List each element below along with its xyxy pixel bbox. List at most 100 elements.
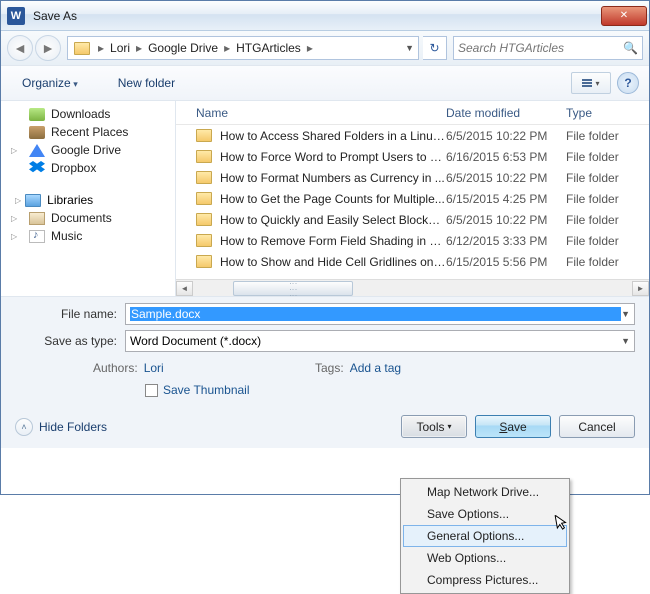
gdrive-icon: [29, 144, 45, 157]
file-date: 6/15/2015 5:56 PM: [446, 255, 566, 269]
column-headers[interactable]: Name Date modified Type: [176, 101, 649, 125]
menu-item[interactable]: Save Options...: [403, 503, 567, 525]
organize-button[interactable]: Organize: [11, 71, 89, 95]
folder-tree[interactable]: Downloads Recent Places Google Drive Dro…: [1, 101, 176, 296]
menu-item[interactable]: Compress Pictures...: [403, 569, 567, 591]
folder-icon: [74, 42, 90, 55]
close-button[interactable]: ✕: [601, 6, 647, 26]
table-row[interactable]: How to Quickly and Easily Select Blocks …: [176, 209, 649, 230]
file-type: File folder: [566, 171, 619, 185]
save-button[interactable]: Save: [475, 415, 551, 438]
filename-field[interactable]: Sample.docx ▼: [125, 303, 635, 325]
file-type: File folder: [566, 129, 619, 143]
table-row[interactable]: How to Force Word to Prompt Users to O..…: [176, 146, 649, 167]
file-type: File folder: [566, 255, 619, 269]
recent-icon: [29, 126, 45, 139]
savetype-field[interactable]: Word Document (*.docx) ▼: [125, 330, 635, 352]
breadcrumb-segment[interactable]: Google Drive: [146, 41, 220, 55]
new-folder-button[interactable]: New folder: [107, 71, 186, 95]
file-list[interactable]: How to Access Shared Folders in a Linux …: [176, 125, 649, 279]
file-name: How to Access Shared Folders in a Linux …: [220, 129, 446, 143]
tags-label: Tags:: [315, 361, 350, 375]
music-icon: [29, 230, 45, 243]
file-date: 6/15/2015 4:25 PM: [446, 192, 566, 206]
table-row[interactable]: How to Access Shared Folders in a Linux …: [176, 125, 649, 146]
word-app-icon: W: [7, 7, 25, 25]
file-date: 6/5/2015 10:22 PM: [446, 171, 566, 185]
folder-icon: [196, 234, 212, 247]
authors-label: Authors:: [93, 361, 144, 375]
folder-icon: [196, 213, 212, 226]
table-row[interactable]: How to Get the Page Counts for Multiple.…: [176, 188, 649, 209]
save-thumbnail-checkbox[interactable]: [145, 384, 158, 397]
file-type: File folder: [566, 213, 619, 227]
folder-icon: [196, 129, 212, 142]
folder-icon: [196, 171, 212, 184]
file-name: How to Remove Form Field Shading in W...: [220, 234, 446, 248]
horizontal-scrollbar[interactable]: ◄ ►: [176, 279, 649, 296]
search-input[interactable]: [458, 41, 623, 55]
file-date: 6/5/2015 10:22 PM: [446, 213, 566, 227]
file-name: How to Quickly and Easily Select Blocks …: [220, 213, 446, 227]
tools-menu[interactable]: Map Network Drive...Save Options...Gener…: [400, 478, 570, 594]
col-date[interactable]: Date modified: [446, 106, 566, 120]
hide-folders-button[interactable]: ˄ Hide Folders: [15, 418, 107, 436]
tools-button[interactable]: Tools: [401, 415, 467, 438]
downloads-icon: [29, 108, 45, 121]
file-name: How to Force Word to Prompt Users to O..…: [220, 150, 446, 164]
filename-label: File name:: [15, 307, 125, 321]
table-row[interactable]: How to Remove Form Field Shading in W...…: [176, 230, 649, 251]
tree-item-documents[interactable]: Documents: [1, 209, 175, 227]
file-name: How to Get the Page Counts for Multiple.…: [220, 192, 446, 206]
search-box[interactable]: 🔍: [453, 36, 643, 60]
savetype-value: Word Document (*.docx): [130, 334, 621, 348]
tree-item-gdrive[interactable]: Google Drive: [1, 141, 175, 159]
scroll-right-button[interactable]: ►: [632, 281, 649, 296]
view-options-button[interactable]: ▾: [571, 72, 611, 94]
menu-item[interactable]: Web Options...: [403, 547, 567, 569]
tree-item-music[interactable]: Music: [1, 227, 175, 245]
window-title: Save As: [33, 9, 77, 23]
breadcrumb-segment[interactable]: Lori: [108, 41, 132, 55]
tree-item-dropbox[interactable]: Dropbox: [1, 159, 175, 177]
filename-dropdown-icon[interactable]: ▼: [621, 309, 630, 319]
breadcrumb-segment[interactable]: HTGArticles: [234, 41, 303, 55]
savetype-label: Save as type:: [15, 334, 125, 348]
menu-item[interactable]: General Options...: [403, 525, 567, 547]
nav-forward-button[interactable]: ►: [35, 35, 61, 61]
breadcrumb[interactable]: ▸ Lori▸ Google Drive▸ HTGArticles▸ ▼: [67, 36, 419, 60]
col-type[interactable]: Type: [566, 106, 646, 120]
authors-value[interactable]: Lori: [144, 361, 164, 375]
folder-icon: [196, 150, 212, 163]
menu-item[interactable]: Map Network Drive...: [403, 481, 567, 503]
table-row[interactable]: How to Format Numbers as Currency in ...…: [176, 167, 649, 188]
col-name[interactable]: Name: [196, 106, 446, 120]
file-type: File folder: [566, 234, 619, 248]
table-row[interactable]: How to Show and Hide Cell Gridlines on .…: [176, 251, 649, 272]
file-name: How to Show and Hide Cell Gridlines on .…: [220, 255, 446, 269]
tree-item-downloads[interactable]: Downloads: [1, 105, 175, 123]
file-type: File folder: [566, 192, 619, 206]
file-date: 6/16/2015 6:53 PM: [446, 150, 566, 164]
chevron-up-icon: ˄: [15, 418, 33, 436]
nav-back-button[interactable]: ◄: [7, 35, 33, 61]
savetype-dropdown-icon[interactable]: ▼: [621, 336, 630, 346]
dropbox-icon: [29, 161, 45, 175]
help-button[interactable]: ?: [617, 72, 639, 94]
breadcrumb-dropdown-icon[interactable]: ▼: [403, 43, 416, 53]
save-thumbnail-label: Save Thumbnail: [163, 383, 250, 397]
tree-group-libraries[interactable]: ▷Libraries: [1, 191, 175, 209]
scroll-left-button[interactable]: ◄: [176, 281, 193, 296]
file-type: File folder: [566, 150, 619, 164]
tree-item-recent[interactable]: Recent Places: [1, 123, 175, 141]
cancel-button[interactable]: Cancel: [559, 415, 635, 438]
libraries-icon: [25, 194, 41, 207]
folder-icon: [196, 255, 212, 268]
file-date: 6/5/2015 10:22 PM: [446, 129, 566, 143]
refresh-button[interactable]: ↻: [423, 36, 447, 60]
filename-value[interactable]: Sample.docx: [130, 307, 621, 321]
documents-icon: [29, 212, 45, 225]
tags-value[interactable]: Add a tag: [350, 361, 401, 375]
scroll-thumb[interactable]: [233, 281, 353, 296]
file-name: How to Format Numbers as Currency in ...: [220, 171, 446, 185]
